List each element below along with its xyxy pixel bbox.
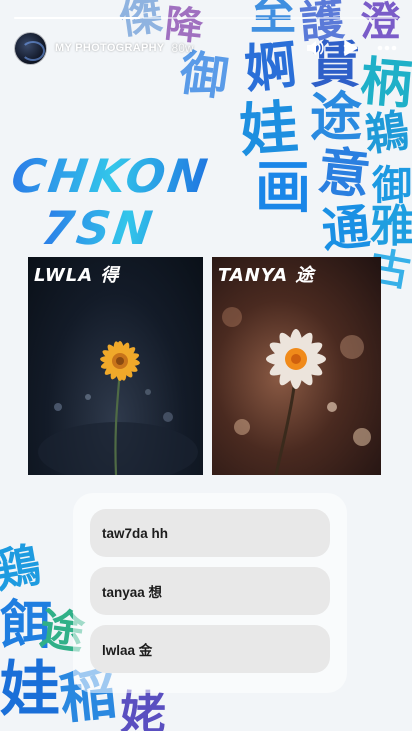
- play-icon[interactable]: [340, 37, 362, 59]
- progress-segment: [14, 17, 140, 19]
- sticker-line-2: 7SN: [38, 201, 215, 255]
- photo-right: TANYA 途: [212, 257, 381, 475]
- bg-glyph: 意: [315, 140, 374, 207]
- photo-right-label: TANYA 途: [218, 265, 315, 286]
- bg-glyph: 御: [372, 162, 412, 209]
- progress-segment: [272, 17, 398, 19]
- bg-glyph: 画: [255, 155, 311, 221]
- bg-glyph: 通: [319, 199, 373, 259]
- story-controls: [304, 37, 398, 59]
- bg-glyph: 途: [310, 87, 363, 148]
- username[interactable]: MY PHOTOGRAPHY: [55, 42, 165, 54]
- more-icon[interactable]: [376, 37, 398, 59]
- speaker-icon[interactable]: [304, 37, 326, 59]
- post-time: 80w: [171, 41, 194, 55]
- story-header: MY PHOTOGRAPHY 80w: [14, 30, 398, 66]
- poll-option[interactable]: taw7da hh: [90, 509, 330, 557]
- bg-glyph: 娃: [237, 93, 301, 165]
- photo-left-label: LWLA 得: [34, 265, 120, 286]
- poll-sticker: taw7da hh tanyaa 想 lwlaa 金: [73, 493, 347, 693]
- bg-glyph: 姥: [120, 686, 166, 731]
- progress-segment: [143, 17, 269, 19]
- story-progress-bar: [14, 17, 398, 19]
- bg-glyph: 娃: [0, 655, 60, 725]
- flower-image: [222, 307, 371, 475]
- sticker-title: CHKON 7SN: [8, 149, 215, 255]
- bg-glyph: 鶏: [0, 537, 45, 599]
- sticker-line-1: CHKON: [8, 149, 215, 203]
- avatar[interactable]: [14, 31, 47, 65]
- photo-left: LWLA 得: [28, 257, 203, 475]
- poll-option[interactable]: lwlaa 金: [90, 625, 330, 673]
- flower-image: [38, 341, 198, 475]
- poll-option[interactable]: tanyaa 想: [90, 567, 330, 615]
